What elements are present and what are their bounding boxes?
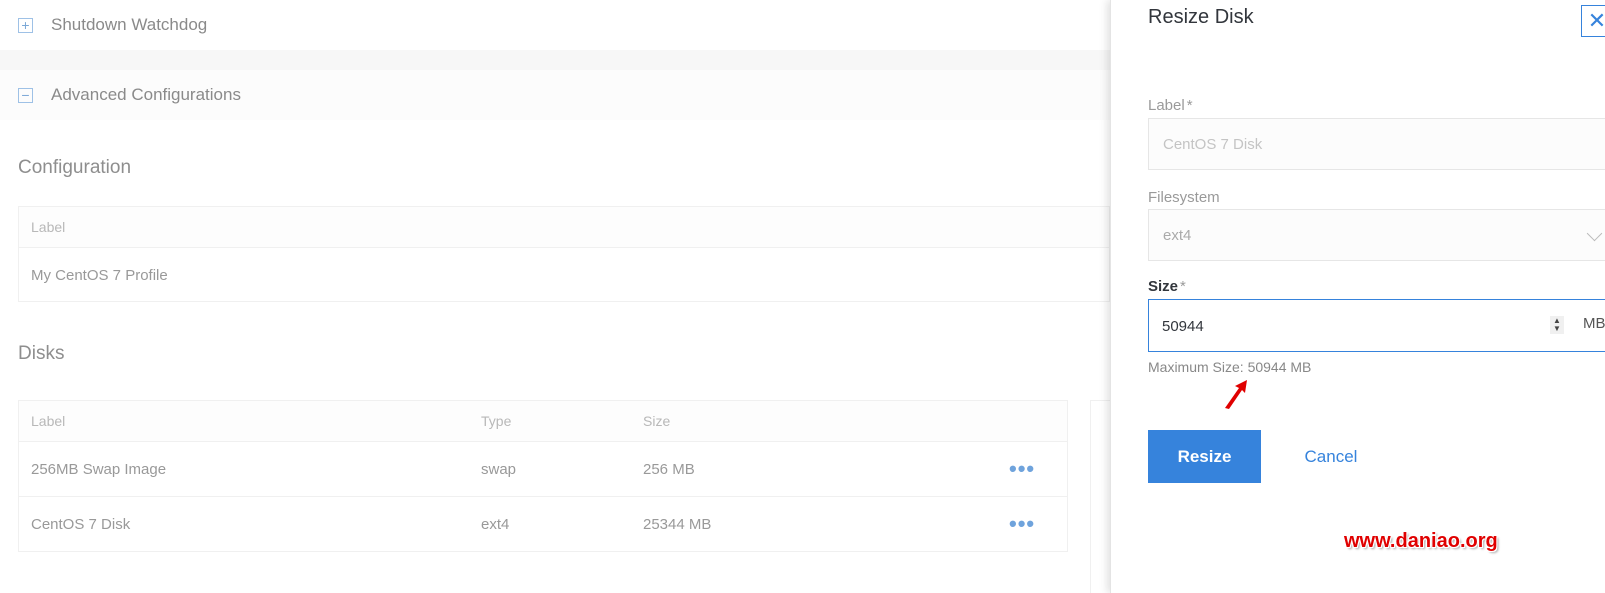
section-advanced-configurations[interactable]: − Advanced Configurations <box>0 70 1110 120</box>
label-text: Label <box>1148 97 1185 114</box>
column-header-label: Label <box>19 207 1109 248</box>
maximum-size-hint: Maximum Size: 50944 MB <box>1148 359 1312 375</box>
drawer-title: Resize Disk <box>1148 6 1254 28</box>
number-stepper-icon[interactable]: ▲ ▼ <box>1550 316 1564 334</box>
disk-size: 256 MB <box>643 460 695 478</box>
size-field-label: Size * <box>1148 278 1186 295</box>
expand-icon[interactable]: + <box>18 17 33 33</box>
section-shutdown-watchdog[interactable]: + Shutdown Watchdog <box>0 0 1110 50</box>
watermark: www.daniao.org <box>1344 530 1498 552</box>
more-options-icon[interactable]: ••• <box>1009 497 1035 551</box>
column-header-size: Size <box>643 413 671 429</box>
configuration-table: Label My CentOS 7 Profile <box>18 206 1110 302</box>
filesystem-value: ext4 <box>1163 226 1192 244</box>
disk-type: swap <box>481 460 517 478</box>
section-divider <box>0 50 1110 70</box>
chevron-down-icon <box>1586 225 1603 242</box>
size-field: ▲▼ MB <box>1148 299 1605 352</box>
column-header-label: Label <box>31 413 66 429</box>
table-row: 256MB Swap Image swap 256 MB ••• <box>19 442 1067 497</box>
label-field-label: Label * <box>1148 97 1193 114</box>
resize-button[interactable]: Resize <box>1148 430 1261 483</box>
disk-size: 25344 MB <box>643 515 712 533</box>
required-marker: * <box>1180 278 1186 295</box>
table-row: CentOS 7 Disk ext4 25344 MB ••• <box>19 497 1067 551</box>
close-icon[interactable]: ✕ <box>1581 5 1605 37</box>
size-input[interactable] <box>1162 314 1522 338</box>
disks-heading: Disks <box>18 343 65 364</box>
filesystem-field-label: Filesystem <box>1148 189 1220 206</box>
collapse-icon[interactable]: − <box>18 87 33 103</box>
configuration-row[interactable]: My CentOS 7 Profile <box>19 248 1109 302</box>
page: + Shutdown Watchdog − Advanced Configura… <box>0 0 1605 593</box>
label-input[interactable]: CentOS 7 Disk <box>1148 118 1605 170</box>
more-options-icon[interactable]: ••• <box>1009 442 1035 496</box>
disk-label: 256MB Swap Image <box>31 460 167 478</box>
disk-label: CentOS 7 Disk <box>31 515 131 533</box>
red-arrow-icon <box>1225 380 1247 409</box>
size-unit: MB <box>1583 315 1605 332</box>
disks-table: Label Type Size 256MB Swap Image swap 25… <box>18 400 1068 552</box>
section-title: Shutdown Watchdog <box>51 15 208 34</box>
size-label-text: Size <box>1148 278 1179 295</box>
filesystem-select[interactable]: ext4 <box>1148 209 1605 261</box>
table-header: Label Type Size <box>19 401 1067 442</box>
column-header-type: Type <box>481 413 512 429</box>
background-page: + Shutdown Watchdog − Advanced Configura… <box>0 0 1131 593</box>
configuration-heading: Configuration <box>18 157 132 178</box>
cancel-button[interactable]: Cancel <box>1286 430 1376 483</box>
section-title: Advanced Configurations <box>51 85 241 104</box>
disk-type: ext4 <box>481 515 510 533</box>
required-marker: * <box>1186 97 1193 114</box>
resize-disk-drawer: Resize Disk ✕ Label * CentOS 7 Disk Files… <box>1110 0 1605 593</box>
